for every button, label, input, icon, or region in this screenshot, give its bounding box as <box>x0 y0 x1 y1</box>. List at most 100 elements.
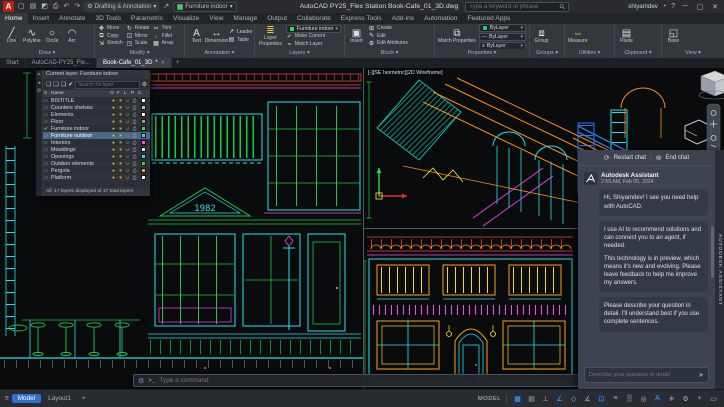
file-tab-doc2[interactable]: Book-Cafe_01_3D * ✕ <box>97 58 172 68</box>
layer-color-chip[interactable] <box>141 126 146 131</box>
trim-button[interactable]: ✂ Trim <box>153 26 174 33</box>
paste-button[interactable]: ▤ Paste <box>618 28 635 45</box>
restart-chat-icon[interactable]: ⟳ <box>604 154 610 162</box>
new-layout-button[interactable]: + <box>78 394 90 403</box>
lineweight-toggle[interactable]: ≡ <box>610 393 621 405</box>
linetype-dropdown[interactable]: — ByLayer ▾ <box>478 32 526 41</box>
layout-menu-icon[interactable]: ≡ <box>5 395 9 402</box>
share-icon[interactable]: ↗ <box>162 1 170 12</box>
layer-color-chip[interactable] <box>141 168 146 173</box>
transparency-toggle[interactable]: ▒ <box>624 393 635 405</box>
layer-color-chip[interactable] <box>141 154 146 159</box>
copy-button[interactable]: ⧉ Copy <box>98 33 123 40</box>
chat-transcript[interactable]: Autodesk Assistant 2:55 AM, Feb 05, 2024… <box>578 166 715 365</box>
layer-color-chip[interactable] <box>141 112 146 117</box>
layer-color-chip[interactable] <box>141 175 146 180</box>
selection-cycling-toggle[interactable]: ◎ <box>638 393 649 405</box>
open-file-icon[interactable]: ▤ <box>29 1 38 12</box>
end-chat-icon[interactable]: ⊗ <box>656 154 662 162</box>
ribbon-tab-3dtools[interactable]: 3D Tools <box>91 13 127 24</box>
chat-input-box[interactable]: ➤ <box>584 367 709 383</box>
lineweight-dropdown[interactable]: ≡ ByLayer ▾ <box>478 41 526 49</box>
color-dropdown[interactable]: ByLayer ▾ <box>478 24 526 32</box>
layer-color-chip[interactable] <box>141 98 146 103</box>
command-line[interactable]: ⚙ >_ <box>133 374 579 387</box>
layer-color-chip[interactable] <box>141 133 146 138</box>
close-icon[interactable]: ✕ <box>37 72 41 78</box>
panel-block-label[interactable]: Block <box>345 49 434 58</box>
help-search[interactable]: ⚲ <box>465 1 570 12</box>
circle-button[interactable]: ○ Circle <box>44 28 61 45</box>
table-button[interactable]: ▤ Table <box>228 37 253 44</box>
palette-grip[interactable]: ✕ ◂ ⚙ <box>36 70 43 196</box>
chat-input[interactable] <box>589 372 696 378</box>
customize-icon[interactable]: ⚙ <box>138 377 144 385</box>
polyline-button[interactable]: ∿ Polyline <box>23 28 41 45</box>
customization-gear[interactable]: ⚙ <box>680 393 691 405</box>
new-file-icon[interactable]: ▢ <box>17 1 26 12</box>
array-button[interactable]: ▦ Array <box>153 41 173 48</box>
object-snap-tracking-toggle[interactable]: ∡ <box>582 393 593 405</box>
stretch-button[interactable]: ⇲ Stretch <box>98 41 123 48</box>
new-drawing-tab-button[interactable]: + <box>172 58 184 68</box>
autohide-icon[interactable]: ◂ <box>38 80 41 86</box>
match-properties-button[interactable]: ⧉ Match Properties <box>438 28 476 45</box>
send-icon[interactable]: ➤ <box>698 371 704 379</box>
qat-layer-dropdown[interactable]: Furniture indoor ▾ <box>173 1 237 12</box>
ribbon-tab-collaborate[interactable]: Collaborate <box>292 13 336 24</box>
layer-row[interactable]: ▱ Outdoor elements ● ☀ ∪ ⎙ <box>43 160 150 167</box>
viewport-divider-horizontal[interactable] <box>363 228 578 229</box>
move-button[interactable]: ✥ Move <box>98 26 123 33</box>
layer-row[interactable]: ▱ BISTITLE ● ☀ ∪ ⎙ <box>43 97 150 104</box>
layer-row[interactable]: ▱ Elements ● ☀ ∪ ⎙ <box>43 111 150 118</box>
polar-tracking-toggle[interactable]: ∠ <box>554 392 565 405</box>
redo-icon[interactable]: ↷ <box>73 1 81 12</box>
panel-modify-label[interactable]: Modify <box>95 49 184 58</box>
layer-row[interactable]: ▱ Counters shelves ● ☀ ∪ ⎙ <box>43 104 150 111</box>
delete-layer-icon[interactable]: ❏ <box>61 81 66 88</box>
layer-search-input[interactable] <box>78 81 137 88</box>
layer-color-chip[interactable] <box>141 140 146 145</box>
panel-utilities-label[interactable]: Utilities <box>565 49 614 58</box>
crosshair-toggle[interactable]: + <box>694 393 705 405</box>
autoscale-toggle[interactable]: ✳ <box>666 393 677 405</box>
assistant-side-tab[interactable]: AUTODESK ASSISTANT <box>715 150 724 389</box>
navigation-bar[interactable] <box>706 103 721 153</box>
base-view-button[interactable]: ◱ Base <box>665 28 682 45</box>
file-tab-doc1[interactable]: AutoCAD-PY25_Fle... <box>26 58 98 68</box>
notification-bell-icon[interactable]: ◔ <box>661 1 667 12</box>
layer-color-chip[interactable] <box>141 105 146 110</box>
ribbon-tab-manage[interactable]: Manage <box>228 13 262 24</box>
new-layer-icon[interactable]: ❏ <box>46 81 51 88</box>
minimize-button[interactable]: ─ <box>679 3 691 10</box>
drawing-area[interactable]: 1982 [-][SE Isometric][2D Wireframe] ✕ ◂… <box>0 68 724 389</box>
panel-properties-label[interactable]: Properties <box>435 49 529 58</box>
ribbon-tab-featured[interactable]: Featured Apps <box>462 13 515 24</box>
workspace-dropdown[interactable]: ⚙ Drafting & Annotation ▾ <box>84 1 160 12</box>
clean-screen-toggle[interactable]: ▭ <box>708 393 719 405</box>
layer-search[interactable] <box>75 80 140 89</box>
layer-color-chip[interactable] <box>141 119 146 124</box>
model-tab[interactable]: Model <box>11 394 42 403</box>
set-current-icon[interactable]: ✔ <box>68 81 73 88</box>
layer-row[interactable]: ▱ Pergola ● ☀ ∪ ⎙ <box>43 167 150 174</box>
viewport-label[interactable]: [-][SE Isometric][2D Wireframe] <box>368 70 443 76</box>
layer-row[interactable]: ▱ Platform ● ☀ ∪ ⎙ <box>43 174 150 181</box>
create-block-button[interactable]: ⊞ Create <box>368 26 408 33</box>
edit-block-button[interactable]: ✎ Edit <box>368 33 408 40</box>
layer-row[interactable]: ▱ Interiors ● ☀ ∪ ⎙ <box>43 139 150 146</box>
ribbon-tab-insert[interactable]: Insert <box>28 13 55 24</box>
maximize-button[interactable]: ▢ <box>694 3 706 11</box>
panel-clipboard-label[interactable]: Clipboard <box>615 49 661 58</box>
layer-color-chip[interactable] <box>141 161 146 166</box>
ribbon-tab-visualize[interactable]: Visualize <box>168 13 204 24</box>
match-layer-button[interactable]: ≈ Match Layer <box>286 42 341 49</box>
layer-properties-button[interactable]: ≣ Layer Properties <box>258 26 283 47</box>
make-current-button[interactable]: ✔ Make Current <box>286 34 341 41</box>
panel-groups-label[interactable]: Groups <box>530 49 564 58</box>
insert-button[interactable]: ▣ Insert <box>348 28 365 45</box>
panel-layers-label[interactable]: Layers <box>255 49 344 58</box>
help-icon[interactable]: ? <box>670 1 676 12</box>
dimension-button[interactable]: ↔ Dimension <box>205 28 229 45</box>
ribbon-tab-automation[interactable]: Automation <box>419 13 462 24</box>
